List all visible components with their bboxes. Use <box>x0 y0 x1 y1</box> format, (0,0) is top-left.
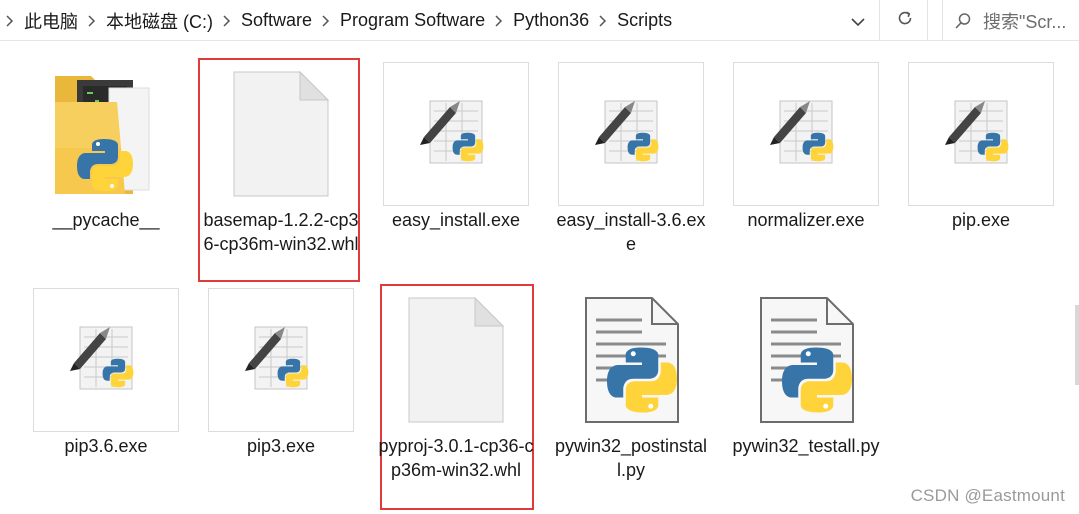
breadcrumb-item-this-pc[interactable]: 此电脑 <box>20 0 102 41</box>
refresh-button[interactable] <box>882 0 928 41</box>
file-name: pip3.6.exe <box>64 436 148 456</box>
breadcrumb-label: 本地磁盘 (C:) <box>106 11 213 32</box>
chevron-right-icon[interactable] <box>316 14 336 27</box>
file-thumbnail <box>733 288 879 432</box>
chevron-right-icon[interactable] <box>217 14 237 27</box>
breadcrumb-label: Program Software <box>340 10 486 30</box>
chevron-right-icon[interactable] <box>82 14 102 27</box>
file-name: normalizer.exe <box>747 210 865 230</box>
file-thumbnail <box>33 62 179 206</box>
breadcrumb-item-python36[interactable]: Python36 <box>509 0 613 41</box>
file-name: easy_install-3.6.exe <box>556 210 706 254</box>
file-name: pywin32_postinstall.py <box>554 436 708 480</box>
breadcrumb-label: Python36 <box>513 10 590 30</box>
breadcrumb-label: Scripts <box>617 10 673 30</box>
scrollbar[interactable] <box>1075 305 1079 385</box>
file-thumbnail <box>33 288 179 432</box>
breadcrumb-item-program-software[interactable]: Program Software <box>336 0 509 41</box>
file-thumbnail <box>208 62 354 206</box>
python-exe-icon <box>770 100 834 164</box>
breadcrumb-label: 此电脑 <box>24 11 78 32</box>
folder-icon <box>55 76 150 194</box>
chevron-down-icon <box>851 11 865 32</box>
search-icon <box>943 12 983 30</box>
file-thumbnail <box>558 62 704 206</box>
address-toolbar: 此电脑 本地磁盘 (C:) Software Program Software … <box>0 0 1079 41</box>
python-exe-icon <box>945 100 1009 164</box>
search-box[interactable]: 搜索"Scr... <box>942 0 1079 41</box>
chevron-right-icon[interactable] <box>593 14 613 27</box>
address-bar[interactable]: 此电脑 本地磁盘 (C:) Software Program Software … <box>0 0 880 41</box>
refresh-icon <box>896 9 914 32</box>
document-icon <box>233 70 330 197</box>
file-name: easy_install.exe <box>391 210 521 230</box>
breadcrumb-item-software[interactable]: Software <box>237 0 336 41</box>
search-input[interactable]: 搜索"Scr... <box>983 8 1066 34</box>
python-exe-icon <box>420 100 484 164</box>
python-exe-icon <box>245 326 309 390</box>
chevron-right-icon <box>0 14 20 27</box>
breadcrumb-root-chevron[interactable] <box>0 0 20 41</box>
file-name: pywin32_testall.py <box>732 436 880 456</box>
python-exe-icon <box>595 100 659 164</box>
watermark: CSDN @Eastmount <box>910 486 1065 505</box>
file-name: basemap-1.2.2-cp36-cp36m-win32.whl <box>203 210 359 254</box>
file-name: pyproj-3.0.1-cp36-cp36m-win32.whl <box>378 436 534 480</box>
file-name: __pycache__ <box>52 210 160 230</box>
breadcrumb-item-scripts[interactable]: Scripts <box>613 0 676 41</box>
python-file-icon <box>760 297 854 423</box>
file-thumbnail <box>383 62 529 206</box>
file-thumbnail <box>208 288 354 432</box>
file-name: pip3.exe <box>246 436 316 456</box>
file-name: pip.exe <box>951 210 1011 230</box>
file-thumbnail <box>733 62 879 206</box>
file-thumbnail <box>908 62 1054 206</box>
python-file-icon <box>585 297 679 423</box>
history-dropdown-button[interactable] <box>840 8 876 34</box>
file-thumbnail <box>558 288 704 432</box>
file-thumbnail <box>383 288 529 432</box>
document-icon <box>408 296 505 423</box>
chevron-right-icon[interactable] <box>489 14 509 27</box>
breadcrumb-item-local-disk[interactable]: 本地磁盘 (C:) <box>102 0 237 41</box>
python-exe-icon <box>70 326 134 390</box>
breadcrumb-label: Software <box>241 10 313 30</box>
